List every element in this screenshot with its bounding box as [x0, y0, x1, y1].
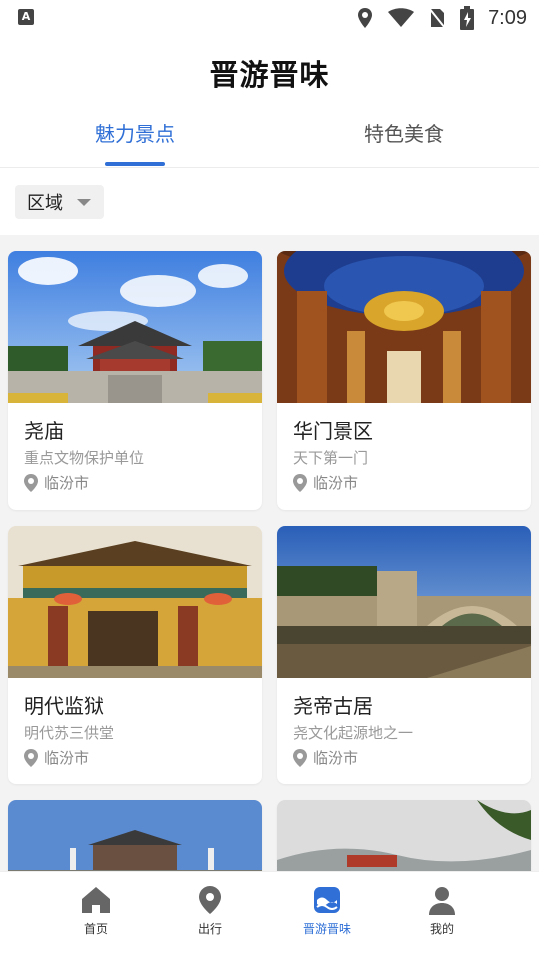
nav-jinyou-label: 晋游晋味: [302, 922, 351, 936]
attraction-card[interactable]: 华门景区 天下第一门 临汾市: [277, 251, 531, 510]
location-text: 临汾市: [313, 749, 359, 767]
attraction-card[interactable]: 尧庙 重点文物保护单位 临汾市: [8, 251, 262, 510]
home-icon: [82, 887, 110, 913]
attraction-name: 明代监狱: [24, 694, 104, 718]
nav-travel[interactable]: 出行: [160, 884, 260, 937]
attraction-name: 尧庙: [24, 419, 64, 443]
region-label: 区域: [27, 193, 63, 214]
attraction-image: [277, 526, 531, 678]
page-title: 晋游晋味: [209, 58, 330, 92]
nav-home-label: 首页: [83, 922, 108, 936]
nav-profile[interactable]: 我的: [392, 884, 492, 937]
location-status-icon: [358, 8, 373, 28]
region-dropdown[interactable]: 区域: [15, 185, 104, 219]
location-pin-icon: [293, 473, 307, 492]
attraction-image: [8, 800, 262, 871]
attraction-card[interactable]: 明代监狱 明代苏三供堂 临汾市: [8, 526, 262, 784]
location-icon: [199, 886, 221, 914]
attraction-name: 华门景区: [293, 419, 373, 443]
nav-jinyou[interactable]: 晋游晋味: [277, 884, 377, 937]
attraction-location: 临汾市: [24, 747, 89, 768]
status-icons: 7:09: [356, 5, 527, 31]
tab-food[interactable]: 特色美食: [329, 118, 479, 147]
chevron-down-icon: [77, 198, 91, 206]
no-sim-icon: [428, 7, 446, 29]
location-pin-icon: [24, 748, 38, 767]
nav-home[interactable]: 首页: [46, 884, 146, 937]
attraction-name: 尧帝古居: [293, 694, 373, 718]
bottom-navigation: 首页 出行 晋游晋味 我的: [0, 871, 539, 958]
attraction-location: 临汾市: [293, 747, 358, 768]
location-pin-icon: [293, 748, 307, 767]
attraction-card[interactable]: [277, 800, 531, 871]
tab-attractions[interactable]: 魅力景点: [60, 118, 210, 147]
location-text: 临汾市: [313, 474, 359, 492]
battery-icon: [460, 6, 475, 30]
attraction-subtitle: 尧文化起源地之一: [293, 724, 414, 742]
attraction-image: [8, 251, 262, 403]
filter-bar: 区域: [0, 169, 539, 235]
attraction-location: 临汾市: [293, 472, 358, 493]
location-text: 临汾市: [44, 749, 90, 767]
attraction-image: [277, 800, 531, 871]
attraction-subtitle: 天下第一门: [293, 449, 369, 467]
tab-bar: 魅力景点 特色美食: [0, 112, 539, 168]
wifi-icon: [388, 8, 415, 27]
location-text: 临汾市: [44, 474, 90, 492]
attraction-subtitle: 重点文物保护单位: [24, 449, 145, 467]
attraction-image: [8, 526, 262, 678]
attraction-location: 临汾市: [24, 472, 89, 493]
app-notification-icon: A: [18, 9, 34, 25]
status-time: 7:09: [488, 6, 527, 29]
attraction-image: [277, 251, 531, 403]
active-tab-indicator: [105, 162, 165, 166]
status-bar: A 7:09: [0, 0, 539, 36]
attraction-card[interactable]: [8, 800, 262, 871]
attraction-subtitle: 明代苏三供堂: [24, 724, 115, 742]
user-icon: [429, 887, 455, 915]
attraction-card[interactable]: 尧帝古居 尧文化起源地之一 临汾市: [277, 526, 531, 784]
nav-profile-label: 我的: [429, 922, 454, 936]
location-pin-icon: [24, 473, 38, 492]
nav-travel-label: 出行: [197, 922, 222, 936]
attraction-list[interactable]: 尧庙 重点文物保护单位 临汾市 华门景区 天下第一门 临汾市 明代监狱 明代苏三…: [0, 235, 539, 871]
travel-icon: [314, 887, 340, 913]
